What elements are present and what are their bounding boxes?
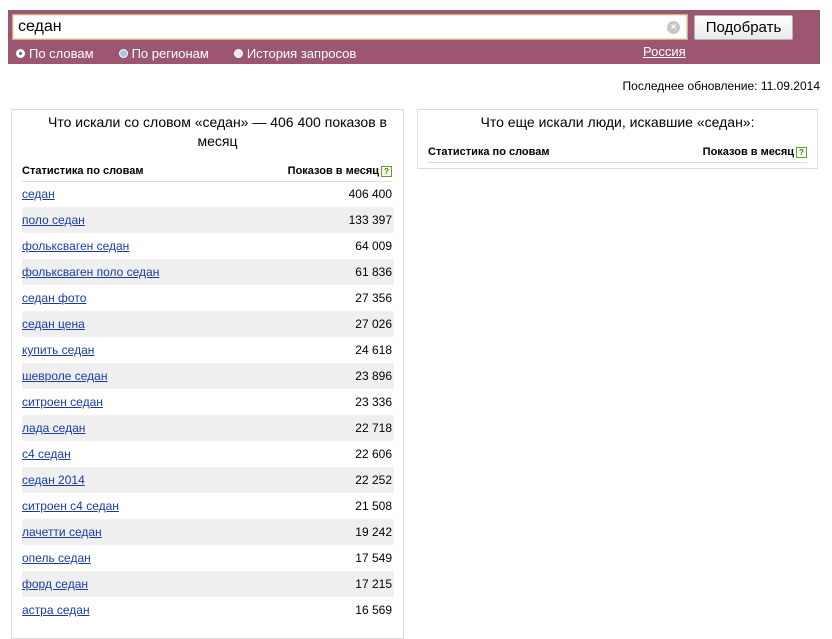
last-updated: Последнее обновление: 11.09.2014 <box>622 79 820 93</box>
table-row: седан 406 400 <box>22 181 394 207</box>
table-row: лачетти седан 19 242 <box>22 519 394 545</box>
phrase-link[interactable]: с4 седан <box>22 447 71 461</box>
count-value: 23 896 <box>355 369 392 383</box>
submit-button[interactable]: Подобрать <box>694 15 793 40</box>
mode-label: По регионам <box>131 45 209 61</box>
mode-label: История запросов <box>246 45 357 61</box>
phrase-link[interactable]: лада седан <box>22 421 85 435</box>
table-row: форд седан 17 215 <box>22 571 394 597</box>
radio-icon[interactable] <box>118 48 128 58</box>
table-row: поло седан 133 397 <box>22 207 394 233</box>
related-words-panel: Что искали со словом «седан» — 406 400 п… <box>11 109 404 639</box>
mode-label: По словам <box>29 45 94 61</box>
table-row: ситроен с4 седан 21 508 <box>22 493 394 519</box>
panel-title: Что искали со словом «седан» — 406 400 п… <box>48 114 387 149</box>
count-value: 27 356 <box>355 291 392 305</box>
mode-by-words[interactable]: По словам <box>16 46 94 61</box>
phrase-link[interactable]: седан <box>22 187 55 201</box>
radio-icon[interactable] <box>16 48 25 58</box>
also-searched-panel: Что еще искали люди, искавшие «седан»: С… <box>417 109 818 169</box>
region-link[interactable]: Россия <box>643 44 686 59</box>
table-header: Статистика по словам Показов в месяц ? <box>22 165 392 182</box>
mode-history[interactable]: История запросов <box>233 45 357 61</box>
phrase-link[interactable]: фольксваген седан <box>22 239 129 253</box>
table-row: астра седан 16 569 <box>22 597 394 623</box>
count-value: 19 242 <box>355 525 392 539</box>
count-value: 21 508 <box>355 499 392 513</box>
clear-icon[interactable]: × <box>667 21 680 34</box>
table-row: купить седан 24 618 <box>22 337 394 363</box>
count-value: 17 549 <box>355 551 392 565</box>
phrase-link[interactable]: седан фото <box>22 291 86 305</box>
table-row: шевроле седан 23 896 <box>22 363 394 389</box>
help-icon[interactable]: ? <box>796 146 807 158</box>
phrase-link[interactable]: поло седан <box>22 213 85 227</box>
phrase-link[interactable]: шевроле седан <box>22 369 107 383</box>
count-value: 64 009 <box>355 239 392 253</box>
column-count-label: Показов в месяц <box>287 165 379 177</box>
column-phrase: Статистика по словам <box>428 146 550 158</box>
count-value: 22 718 <box>355 421 392 435</box>
panel-title: Что еще искали люди, искавшие «седан»: <box>480 114 755 130</box>
count-value: 27 026 <box>355 317 392 331</box>
search-mode-tabs: По словам По регионам История запросов <box>16 44 381 62</box>
count-value: 22 252 <box>355 473 392 487</box>
results-table: седан 406 400 поло седан 133 397 фольксваг… <box>22 181 394 623</box>
count-value: 61 836 <box>355 265 392 279</box>
column-count-label: Показов в месяц <box>702 146 794 158</box>
column-count: Показов в месяц ? <box>288 165 392 177</box>
count-value: 17 215 <box>355 577 392 591</box>
help-icon[interactable]: ? <box>381 165 392 177</box>
phrase-link[interactable]: ситроен седан <box>22 395 103 409</box>
phrase-link[interactable]: лачетти седан <box>22 525 102 539</box>
count-value: 23 336 <box>355 395 392 409</box>
phrase-link[interactable]: ситроен с4 седан <box>22 499 119 513</box>
phrase-link[interactable]: форд седан <box>22 577 88 591</box>
table-row: фольксваген седан 64 009 <box>22 233 394 259</box>
phrase-link[interactable]: седан цена <box>22 317 85 331</box>
phrase-link[interactable]: фольксваген поло седан <box>22 265 159 279</box>
phrase-link[interactable]: седан 2014 <box>22 473 85 487</box>
radio-icon[interactable] <box>233 48 243 58</box>
table-row: седан цена 27 026 <box>22 311 394 337</box>
column-phrase: Статистика по словам <box>22 165 144 177</box>
table-row: с4 седан 22 606 <box>22 441 394 467</box>
count-value: 22 606 <box>355 447 392 461</box>
table-row: седан фото 27 356 <box>22 285 394 311</box>
phrase-link[interactable]: астра седан <box>22 603 90 617</box>
count-value: 133 397 <box>348 213 392 227</box>
table-row: седан 2014 22 252 <box>22 467 394 493</box>
table-row: ситроен седан 23 336 <box>22 389 394 415</box>
table-header: Статистика по словам Показов в месяц ? <box>428 146 807 163</box>
column-count: Показов в месяц ? <box>703 146 807 158</box>
table-row: лада седан 22 718 <box>22 415 394 441</box>
count-value: 24 618 <box>355 343 392 357</box>
phrase-link[interactable]: купить седан <box>22 343 94 357</box>
search-field[interactable]: × <box>12 14 688 40</box>
table-row: фольксваген поло седан 61 836 <box>22 259 394 285</box>
table-row: опель седан 17 549 <box>22 545 394 571</box>
mode-by-regions[interactable]: По регионам <box>118 45 209 61</box>
search-bar-arrow <box>800 10 820 64</box>
phrase-link[interactable]: опель седан <box>22 551 91 565</box>
search-input[interactable] <box>18 18 658 36</box>
count-value: 16 569 <box>355 603 392 617</box>
count-value: 406 400 <box>348 187 392 201</box>
